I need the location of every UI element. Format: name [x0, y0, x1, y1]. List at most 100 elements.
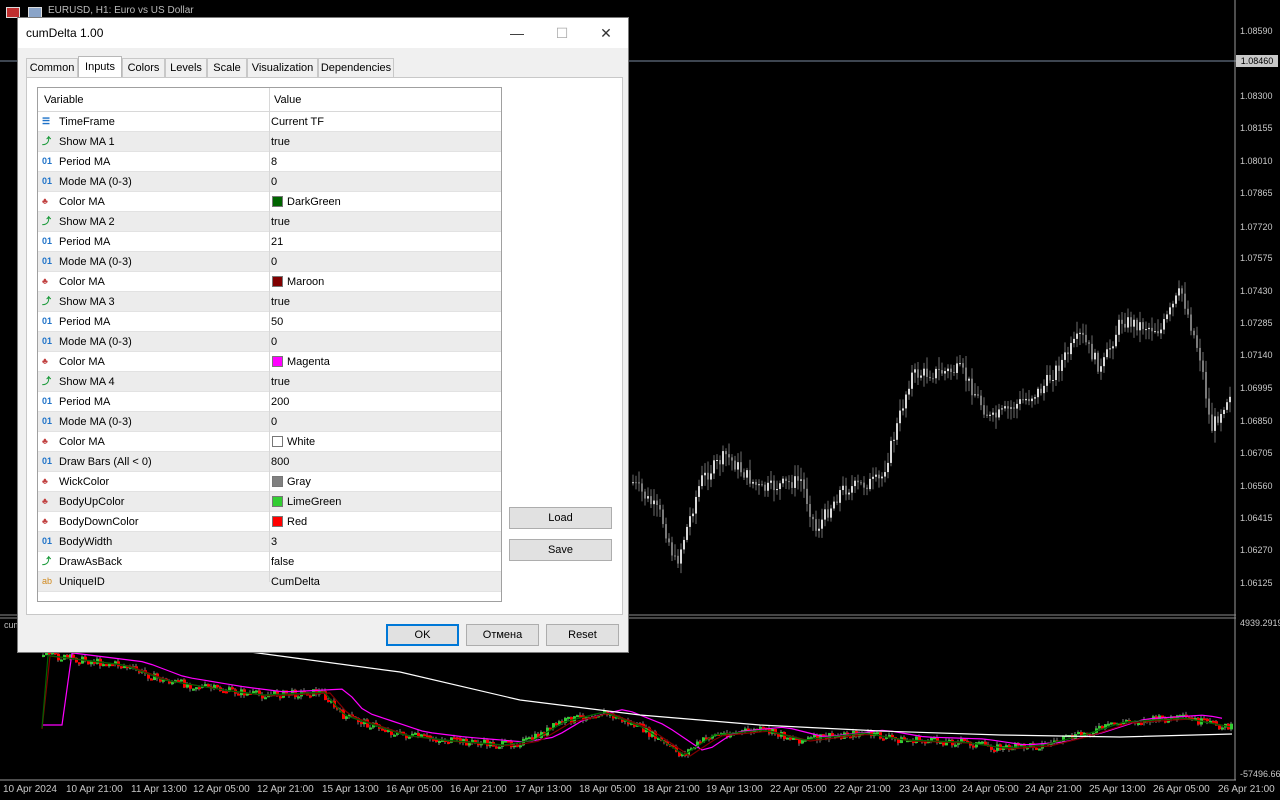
column-value[interactable]: Value	[274, 94, 301, 106]
input-value[interactable]: White	[287, 436, 315, 448]
tab-common[interactable]: Common	[26, 58, 78, 77]
tab-dependencies[interactable]: Dependencies	[318, 58, 394, 77]
price-tick-label: 1.06850	[1240, 416, 1273, 426]
input-name: Mode MA (0-3)	[59, 416, 132, 428]
ok-button[interactable]: OK	[386, 624, 459, 646]
color-swatch[interactable]	[272, 496, 283, 507]
price-candle-body	[671, 542, 673, 556]
num-type-icon: 01	[42, 536, 53, 546]
delta-candle-body	[150, 678, 153, 681]
input-value[interactable]: 50	[271, 316, 283, 328]
input-value[interactable]: true	[271, 136, 290, 148]
price-tick-label: 1.06705	[1240, 448, 1273, 458]
price-candle-body	[851, 486, 853, 493]
minimize-button[interactable]: —	[495, 18, 539, 48]
input-value[interactable]: Current TF	[271, 116, 324, 128]
delta-candle-body	[435, 739, 438, 743]
column-variable[interactable]: Variable	[44, 94, 84, 106]
input-value[interactable]: true	[271, 376, 290, 388]
input-value[interactable]: Magenta	[287, 356, 330, 368]
color-swatch[interactable]	[272, 356, 283, 367]
input-value[interactable]: DarkGreen	[287, 196, 341, 208]
input-value[interactable]: 0	[271, 336, 277, 348]
tab-levels[interactable]: Levels	[165, 58, 207, 77]
price-candle-body	[1040, 388, 1042, 394]
load-button[interactable]: Load	[509, 507, 612, 529]
input-value[interactable]: false	[271, 556, 294, 568]
color-swatch[interactable]	[272, 516, 283, 527]
input-value[interactable]: Red	[287, 516, 307, 528]
maximize-button[interactable]: ☐	[540, 18, 584, 48]
color-swatch[interactable]	[272, 476, 283, 487]
price-candle-body	[857, 480, 859, 483]
str-type-icon: ab	[42, 576, 53, 586]
delta-candle-body	[918, 736, 921, 741]
input-value[interactable]: 0	[271, 416, 277, 428]
tab-inputs[interactable]: Inputs	[78, 56, 122, 78]
close-button[interactable]: ✕	[584, 18, 628, 48]
price-candle-body	[854, 480, 856, 487]
price-candle-body	[779, 483, 781, 490]
input-name: Mode MA (0-3)	[59, 336, 132, 348]
cancel-button[interactable]: Отмена	[466, 624, 539, 646]
input-value[interactable]: Maroon	[287, 276, 324, 288]
price-candle-body	[746, 470, 748, 478]
color-type-icon: ♣	[42, 196, 48, 206]
price-candle-body	[1037, 388, 1039, 398]
dialog-titlebar[interactable]: cumDelta 1.00 — ☐ ✕	[18, 18, 628, 48]
chart-title: EURUSD, H1: Euro vs US Dollar	[48, 5, 194, 16]
color-swatch[interactable]	[272, 436, 283, 447]
reset-button[interactable]: Reset	[546, 624, 619, 646]
input-value[interactable]: 8	[271, 156, 277, 168]
price-candle-body	[1154, 331, 1156, 333]
tab-colors[interactable]: Colors	[122, 58, 165, 77]
delta-candle-body	[777, 734, 780, 737]
price-tick-label: 1.08010	[1240, 156, 1273, 166]
color-swatch[interactable]	[272, 276, 283, 287]
delta-candle-body	[993, 749, 996, 752]
delta-candle-body	[273, 690, 276, 695]
price-candle-body	[1073, 338, 1075, 344]
delta-candle-body	[975, 742, 978, 748]
input-value[interactable]: true	[271, 296, 290, 308]
price-tick-label: 1.07865	[1240, 188, 1273, 198]
price-candle-body	[743, 472, 745, 478]
price-candle-body	[1070, 343, 1072, 355]
bool-type-icon: ⤴	[42, 216, 52, 226]
price-candle-body	[758, 484, 760, 486]
input-value[interactable]: LimeGreen	[287, 496, 341, 508]
input-value[interactable]: Gray	[287, 476, 311, 488]
price-candle-body	[680, 549, 682, 564]
price-candle-body	[935, 368, 937, 379]
input-value[interactable]: 0	[271, 176, 277, 188]
delta-candle-body	[216, 684, 219, 688]
delta-candle-body	[1218, 725, 1221, 730]
price-candle-body	[821, 519, 823, 529]
time-tick-label: 15 Apr 13:00	[322, 784, 379, 795]
tab-scale[interactable]: Scale	[207, 58, 247, 77]
input-value[interactable]: 800	[271, 456, 289, 468]
input-value[interactable]: 0	[271, 256, 277, 268]
input-value[interactable]: 3	[271, 536, 277, 548]
price-candle-body	[677, 555, 679, 564]
price-tick-label: 1.08590	[1240, 26, 1273, 36]
input-value[interactable]: true	[271, 216, 290, 228]
input-value[interactable]: 200	[271, 396, 289, 408]
tab-visualization[interactable]: Visualization	[247, 58, 318, 77]
delta-candle-body	[426, 735, 429, 738]
delta-candle-body	[744, 728, 747, 731]
price-candle-body	[983, 405, 985, 415]
price-candle-body	[944, 371, 946, 374]
input-value[interactable]: 21	[271, 236, 283, 248]
column-separator[interactable]	[269, 88, 270, 582]
save-button[interactable]: Save	[509, 539, 612, 561]
inputs-grid[interactable]: Variable Value ☰ TimeFrame Current TF ⤴ Show…	[37, 87, 502, 602]
price-candle-body	[1064, 352, 1066, 360]
price-candle-body	[644, 491, 646, 499]
price-tick-label: 1.06415	[1240, 513, 1273, 523]
input-value[interactable]: CumDelta	[271, 576, 320, 588]
color-swatch[interactable]	[272, 196, 283, 207]
price-candle-body	[833, 501, 835, 509]
input-name: Color MA	[59, 356, 105, 368]
time-tick-label: 12 Apr 21:00	[257, 784, 314, 795]
